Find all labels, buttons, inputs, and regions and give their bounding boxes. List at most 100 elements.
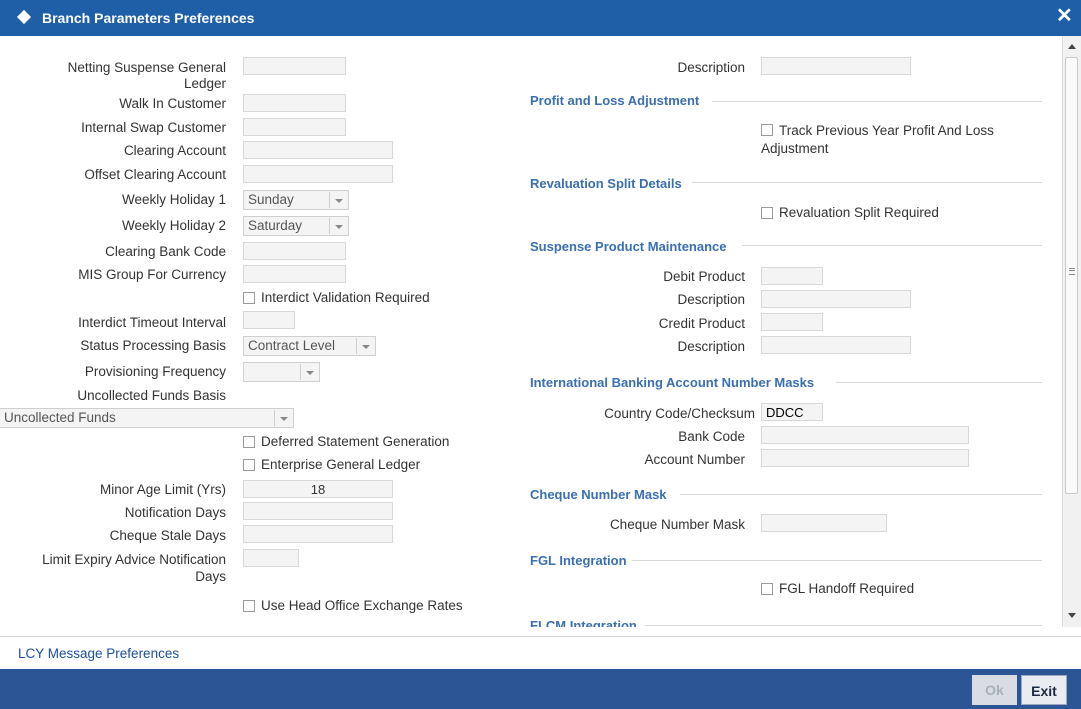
weekly-holiday-2-value: Saturday: [248, 218, 303, 233]
clearing-bank-code-input[interactable]: [243, 242, 346, 260]
credit-description-input[interactable]: [761, 336, 911, 354]
weekly-holiday-1-select[interactable]: Sunday: [243, 190, 349, 210]
head-office-rates-label: Use Head Office Exchange Rates: [261, 598, 463, 613]
limit-expiry-input[interactable]: [243, 549, 299, 567]
cheque-stale-days-input[interactable]: [243, 525, 393, 543]
enterprise-gl-label: Enterprise General Ledger: [261, 457, 421, 472]
chevron-down-icon: [300, 364, 318, 380]
account-number-label: Account Number: [644, 452, 745, 467]
interdict-validation-checkbox[interactable]: [243, 292, 255, 304]
debit-description-label: Description: [677, 292, 745, 307]
section-divider: [680, 494, 1042, 495]
clearing-bank-code-label: Clearing Bank Code: [105, 244, 226, 259]
debit-product-label: Debit Product: [663, 269, 745, 284]
cheque-section-title: Cheque Number Mask: [530, 487, 667, 502]
status-processing-basis-label: Status Processing Basis: [80, 338, 226, 353]
offset-clearing-account-input[interactable]: [243, 165, 393, 183]
deferred-statement-checkbox[interactable]: [243, 436, 255, 448]
internal-swap-customer-input[interactable]: [243, 118, 346, 136]
diamond-icon: [16, 9, 32, 25]
suspense-section-title: Suspense Product Maintenance: [530, 239, 727, 254]
bank-code-label: Bank Code: [678, 429, 745, 444]
chevron-down-icon: [274, 410, 292, 426]
fgl-handoff-checkbox[interactable]: [761, 583, 773, 595]
window-titlebar: Branch Parameters Preferences ✕: [0, 0, 1081, 36]
chevron-down-icon: [329, 218, 347, 234]
bank-code-input[interactable]: [761, 426, 969, 444]
exit-button[interactable]: Exit: [1021, 675, 1067, 705]
uncollected-funds-basis-select[interactable]: Uncollected Funds: [0, 408, 294, 428]
lcy-bar: LCY Message Preferences: [0, 636, 1081, 670]
section-divider: [632, 560, 1042, 561]
section-divider: [645, 625, 1042, 626]
netting-suspense-gl-input[interactable]: [243, 57, 346, 75]
mis-group-label: MIS Group For Currency: [78, 267, 226, 282]
scroll-down-icon[interactable]: [1068, 613, 1076, 618]
head-office-rates-checkbox[interactable]: [243, 600, 255, 612]
interdict-timeout-input[interactable]: [243, 311, 295, 329]
weekly-holiday-1-value: Sunday: [248, 192, 294, 207]
section-divider: [836, 382, 1042, 383]
internal-swap-customer-label: Internal Swap Customer: [81, 120, 226, 135]
clearing-account-label: Clearing Account: [123, 143, 226, 158]
flcm-section-title: FLCM Integration: [530, 618, 637, 627]
lcy-message-preferences-link[interactable]: LCY Message Preferences: [18, 646, 179, 661]
uncollected-funds-basis-value: Uncollected Funds: [4, 410, 116, 425]
status-processing-basis-select[interactable]: Contract Level: [243, 336, 376, 356]
notification-days-input[interactable]: [243, 502, 393, 520]
debit-description-input[interactable]: [761, 290, 911, 308]
grip-icon: [1069, 268, 1075, 275]
netting-suspense-gl-label: Netting Suspense General: [67, 60, 226, 75]
enterprise-gl-checkbox[interactable]: [243, 459, 255, 471]
scroll-up-icon[interactable]: [1068, 44, 1076, 49]
deferred-statement-label: Deferred Statement Generation: [261, 434, 450, 449]
track-prev-year-label-2: Adjustment: [761, 141, 829, 156]
credit-product-input[interactable]: [761, 313, 823, 331]
limit-expiry-label-2: Days: [195, 569, 226, 584]
revaluation-split-checkbox[interactable]: [761, 207, 773, 219]
window-title: Branch Parameters Preferences: [42, 10, 255, 26]
debit-product-input[interactable]: [761, 267, 823, 285]
minor-age-limit-label: Minor Age Limit (Yrs): [99, 482, 226, 497]
section-divider: [692, 182, 1042, 183]
country-code-checksum-input[interactable]: [761, 403, 823, 421]
section-divider: [712, 101, 1042, 102]
scroll-thumb[interactable]: [1065, 57, 1078, 494]
interdict-timeout-label: Interdict Timeout Interval: [78, 315, 226, 330]
section-divider: [742, 245, 1042, 246]
track-prev-year-checkbox[interactable]: [761, 124, 773, 136]
provisioning-frequency-label: Provisioning Frequency: [84, 364, 226, 379]
notification-days-label: Notification Days: [124, 505, 226, 520]
chevron-down-icon: [329, 192, 347, 208]
revaluation-section-title: Revaluation Split Details: [530, 176, 682, 191]
netting-suspense-gl-label-2: Ledger: [183, 76, 226, 91]
revaluation-split-label: Revaluation Split Required: [779, 205, 939, 220]
ok-button[interactable]: Ok: [972, 675, 1017, 705]
cheque-number-mask-input[interactable]: [761, 514, 887, 532]
profit-loss-section-title: Profit and Loss Adjustment: [530, 93, 700, 108]
mis-group-input[interactable]: [243, 265, 346, 283]
vertical-scrollbar[interactable]: [1062, 36, 1081, 627]
status-processing-basis-value: Contract Level: [248, 338, 336, 353]
account-number-input[interactable]: [761, 449, 969, 467]
chevron-down-icon: [356, 338, 374, 354]
cheque-stale-days-label: Cheque Stale Days: [109, 528, 226, 543]
minor-age-limit-input[interactable]: [243, 480, 393, 498]
credit-product-label: Credit Product: [658, 316, 745, 331]
weekly-holiday-2-select[interactable]: Saturday: [243, 216, 349, 236]
cheque-number-mask-label: Cheque Number Mask: [609, 517, 745, 532]
weekly-holiday-2-label: Weekly Holiday 2: [121, 218, 226, 233]
provisioning-frequency-select[interactable]: [243, 362, 320, 382]
country-code-checksum-label: Country Code/Checksum: [604, 406, 755, 421]
offset-clearing-account-label: Offset Clearing Account: [84, 167, 226, 182]
fgl-handoff-label: FGL Handoff Required: [779, 581, 915, 596]
footer-bar: Ok Exit: [0, 669, 1081, 709]
interdict-validation-label: Interdict Validation Required: [261, 290, 430, 305]
clearing-account-input[interactable]: [243, 141, 393, 159]
credit-description-label: Description: [677, 339, 745, 354]
walk-in-customer-input[interactable]: [243, 94, 346, 112]
close-icon[interactable]: ✕: [1056, 3, 1073, 28]
fgl-section-title: FGL Integration: [530, 553, 627, 568]
description-input[interactable]: [761, 57, 911, 75]
form-content: Netting Suspense General Ledger Walk In …: [0, 36, 1062, 627]
